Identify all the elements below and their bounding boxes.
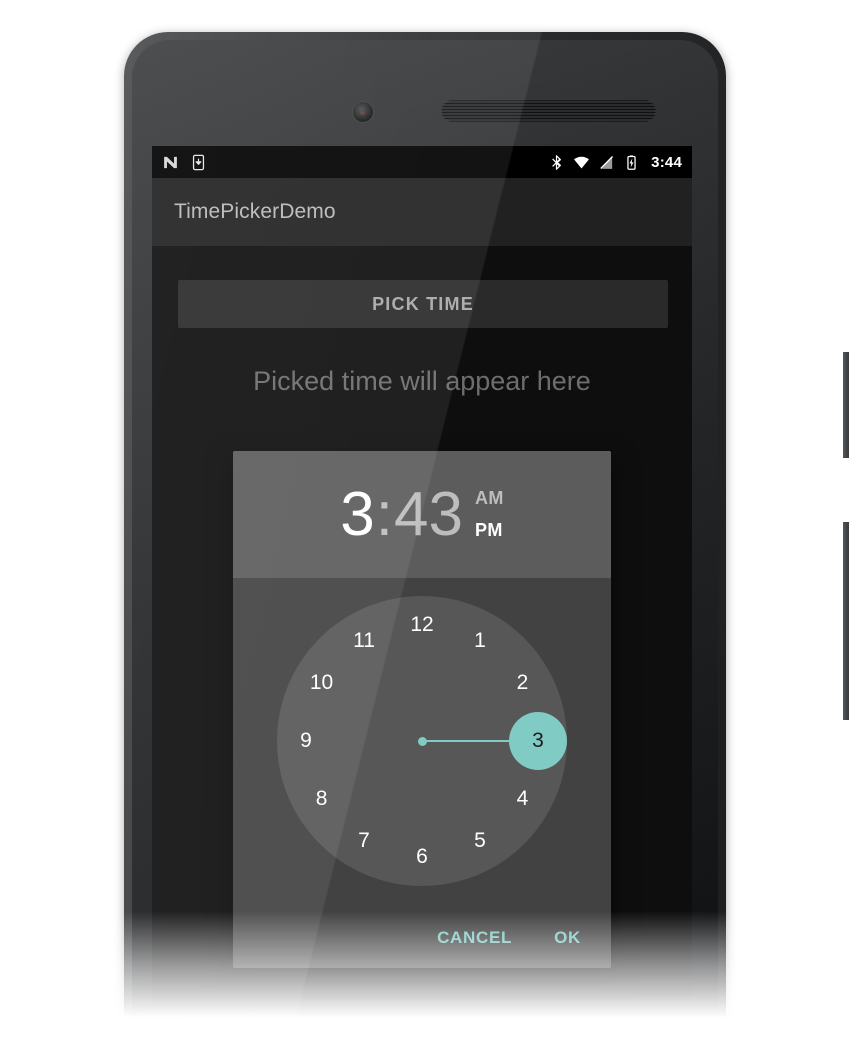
download-icon bbox=[192, 154, 205, 170]
clock-number-4[interactable]: 4 bbox=[505, 782, 539, 816]
earpiece-speaker-icon bbox=[441, 100, 656, 122]
phone-screen: 3:44 TimePickerDemo PICK TIME Picked tim… bbox=[152, 146, 692, 1001]
minute-value[interactable]: 43 bbox=[394, 483, 463, 546]
clock-number-6[interactable]: 6 bbox=[405, 840, 439, 874]
power-button[interactable] bbox=[843, 352, 849, 458]
dialog-actions: CANCEL OK bbox=[233, 908, 611, 968]
clock-number-7[interactable]: 7 bbox=[347, 824, 381, 858]
picked-time-result-text: Picked time will appear here bbox=[253, 366, 591, 396]
am-pm-toggle: AM PM bbox=[475, 488, 504, 541]
signal-off-icon bbox=[600, 155, 614, 169]
clock-selector-3[interactable]: 3 bbox=[509, 712, 567, 770]
clock-number-11[interactable]: 11 bbox=[347, 624, 381, 658]
time-display: 3 : 43 bbox=[340, 479, 463, 549]
clock-number-1[interactable]: 1 bbox=[463, 624, 497, 658]
clock-center-dot bbox=[417, 736, 427, 746]
clock-number-label: 3 bbox=[532, 729, 544, 752]
clock-face[interactable]: 12 1 2 3 4 5 6 7 8 9 10 11 bbox=[277, 596, 567, 886]
app-content: PICK TIME Picked time will appear here 3… bbox=[152, 246, 692, 1001]
time-picker-header: 3 : 43 AM PM bbox=[233, 451, 611, 578]
app-title: TimePickerDemo bbox=[174, 200, 336, 223]
volume-rocker-button[interactable] bbox=[843, 522, 849, 720]
pick-time-button[interactable]: PICK TIME bbox=[178, 280, 668, 328]
status-bar-right-icons: 3:44 bbox=[548, 154, 682, 171]
pm-option[interactable]: PM bbox=[475, 520, 504, 541]
android-n-logo-icon bbox=[164, 156, 177, 168]
clock-number-8[interactable]: 8 bbox=[305, 782, 339, 816]
clock-number-10[interactable]: 10 bbox=[305, 666, 339, 700]
screenshot-scene: 3:44 TimePickerDemo PICK TIME Picked tim… bbox=[0, 0, 849, 1041]
time-separator: : bbox=[375, 479, 393, 549]
battery-charging-icon bbox=[627, 154, 636, 170]
clock-number-2[interactable]: 2 bbox=[505, 666, 539, 700]
clock-number-5[interactable]: 5 bbox=[463, 824, 497, 858]
cancel-button[interactable]: CANCEL bbox=[423, 920, 526, 956]
front-camera-icon bbox=[353, 102, 373, 122]
status-bar-left-icons bbox=[162, 154, 207, 171]
status-bar-clock: 3:44 bbox=[651, 153, 682, 171]
clock-area: 12 1 2 3 4 5 6 7 8 9 10 11 bbox=[233, 578, 611, 908]
status-bar: 3:44 bbox=[152, 146, 692, 178]
ok-button[interactable]: OK bbox=[540, 920, 595, 956]
am-option[interactable]: AM bbox=[475, 488, 504, 509]
clock-number-9[interactable]: 9 bbox=[289, 724, 323, 758]
hour-value[interactable]: 3 bbox=[340, 483, 374, 546]
time-picker-dialog: 3 : 43 AM PM 12 12 3 45678 9 1011 bbox=[233, 451, 611, 968]
wifi-icon bbox=[574, 156, 590, 169]
clock-number-12[interactable]: 12 bbox=[405, 608, 439, 642]
app-bar: TimePickerDemo bbox=[152, 178, 692, 246]
bluetooth-icon bbox=[552, 154, 562, 170]
